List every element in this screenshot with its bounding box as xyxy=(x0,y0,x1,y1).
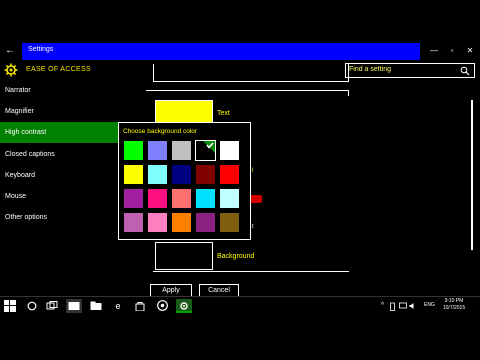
color-picker-title: Choose background color xyxy=(123,128,198,135)
color-swatch-1[interactable] xyxy=(123,140,144,161)
color-swatch-3[interactable] xyxy=(171,140,192,161)
text-color-label: Text xyxy=(217,110,230,117)
background-color-row: Background xyxy=(153,242,349,272)
chrome-icon[interactable] xyxy=(154,299,170,313)
clock[interactable]: 9:10 PM 10/7/2015 xyxy=(436,298,472,312)
cortana-icon[interactable] xyxy=(24,299,40,313)
search-input[interactable]: Find a setting xyxy=(349,66,391,73)
explorer-icon[interactable] xyxy=(66,299,82,313)
sidebar-item-narrator[interactable]: Narrator xyxy=(0,80,150,101)
maximize-button[interactable]: ▫ xyxy=(446,46,458,56)
color-swatch-14[interactable] xyxy=(195,188,216,209)
close-button[interactable]: ✕ xyxy=(464,46,476,56)
clock-time: 9:10 PM xyxy=(444,298,464,304)
color-swatch-20[interactable] xyxy=(219,212,240,233)
color-picker-popup: Choose background color xyxy=(118,122,251,240)
back-button[interactable]: ← xyxy=(4,45,16,57)
color-swatch-12[interactable] xyxy=(147,188,168,209)
show-hidden-icons-icon[interactable]: ^ xyxy=(378,299,387,313)
color-swatch-19[interactable] xyxy=(195,212,216,233)
title-bar-fill: Settings xyxy=(22,43,420,60)
network-icon[interactable] xyxy=(398,299,407,313)
background-color-swatch[interactable] xyxy=(155,242,213,270)
scrollbar-thumb[interactable] xyxy=(471,100,473,250)
color-swatch-6[interactable] xyxy=(123,164,144,185)
clock-date: 10/7/2015 xyxy=(442,305,466,311)
task-view-icon[interactable] xyxy=(44,299,60,313)
minimize-button[interactable]: — xyxy=(428,46,440,56)
theme-preview-box xyxy=(153,64,349,82)
section-title: EASE OF ACCESS xyxy=(26,66,91,73)
checkmark-icon xyxy=(203,141,215,153)
title-bar: ← Settings — ▫ ✕ xyxy=(0,43,480,60)
settings-icon[interactable] xyxy=(176,299,192,313)
sidebar-item-high-contrast[interactable]: High contrast xyxy=(0,122,121,143)
color-swatch-16[interactable] xyxy=(123,212,144,233)
color-swatch-15[interactable] xyxy=(219,188,240,209)
windows-icon[interactable] xyxy=(2,299,18,313)
search-box[interactable]: Find a setting xyxy=(345,63,475,78)
gear-icon xyxy=(4,63,18,77)
folder-icon[interactable] xyxy=(88,299,104,313)
color-swatch-11[interactable] xyxy=(123,188,144,209)
color-swatch-2[interactable] xyxy=(147,140,168,161)
preview-frame xyxy=(146,90,349,96)
store-icon[interactable] xyxy=(132,299,148,313)
edge-icon[interactable]: e xyxy=(110,299,126,313)
search-icon[interactable] xyxy=(460,66,470,76)
color-swatch-4[interactable] xyxy=(195,140,216,161)
color-swatch-9[interactable] xyxy=(195,164,216,185)
color-swatch-13[interactable] xyxy=(171,188,192,209)
hidden-label-fragment: t xyxy=(252,224,254,230)
sidebar-item-magnifier[interactable]: Magnifier xyxy=(0,101,150,122)
volume-icon[interactable] xyxy=(408,299,417,313)
hidden-label-fragment: l xyxy=(252,168,254,174)
color-swatch-17[interactable] xyxy=(147,212,168,233)
battery-icon[interactable] xyxy=(388,299,397,313)
color-swatch-8[interactable] xyxy=(171,164,192,185)
color-swatch-18[interactable] xyxy=(171,212,192,233)
background-color-label: Background xyxy=(217,253,255,260)
color-swatch-7[interactable] xyxy=(147,164,168,185)
color-swatch-10[interactable] xyxy=(219,164,240,185)
language-indicator[interactable]: ENG xyxy=(424,302,435,308)
color-swatch-5[interactable] xyxy=(219,140,240,161)
window-title: Settings xyxy=(28,46,54,53)
